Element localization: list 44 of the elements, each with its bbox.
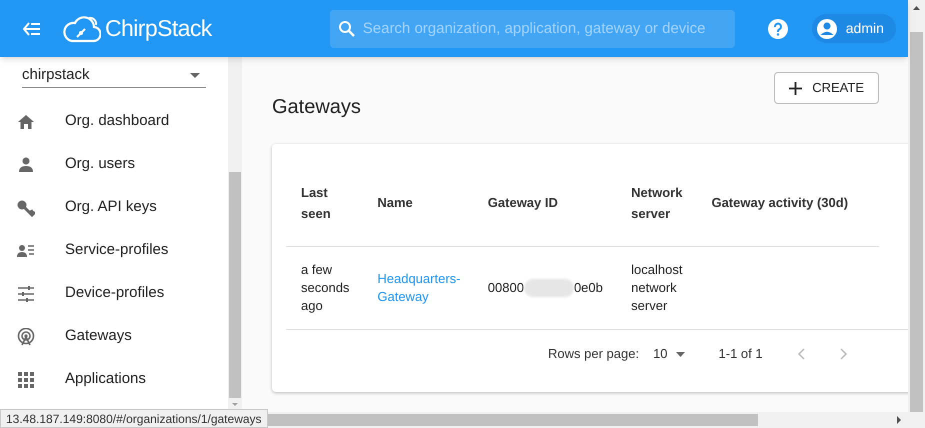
sliders-icon [17,284,35,302]
search-icon [338,20,356,38]
account-icon [816,18,838,40]
column-header: Network server [616,160,696,246]
table-cell: a few seconds ago [286,246,362,329]
caret-icon [190,72,200,78]
table-cell: 00800 [488,278,524,297]
rows-per-page-label: Rows per page: [548,345,640,364]
nav-item[interactable]: Service-profiles [0,229,228,272]
nav-item[interactable]: Gateways [0,315,228,358]
nav-item[interactable]: Applications [0,358,228,401]
create-button[interactable]: CREATE [774,72,879,104]
grid-icon [17,370,35,388]
user-menu-button[interactable]: admin [812,14,896,43]
person-icon [17,156,35,174]
nav-item[interactable]: Org. API keys [0,186,228,229]
nav-item[interactable]: Org. dashboard [0,100,228,143]
nav-item[interactable]: Device-profiles [0,272,228,315]
logo-text: ChirpStack [105,14,212,44]
caret-icon [676,352,685,356]
help-icon[interactable] [768,18,788,38]
column-header: Name [362,160,473,246]
organization-select[interactable]: chirpstack [22,63,206,88]
cloud-logo-icon [63,14,101,44]
table-cell: localhost network server [616,246,696,329]
page-scrollbar[interactable] [908,0,925,412]
nav-item[interactable]: Org. users [0,143,228,186]
home-icon [17,112,35,130]
next-page-icon[interactable] [840,348,848,360]
column-header: Gateway ID [472,160,616,246]
column-header: Gateway activity (30d) [696,160,879,246]
key-icon [17,198,35,216]
rows-per-page-select[interactable]: 10 [653,344,685,364]
antenna-icon [17,328,35,346]
menu-collapse-icon[interactable] [23,22,41,36]
table-cell: 0e0b [574,278,603,297]
page-title: Gateways [272,95,361,120]
sidebar-scrollbar[interactable] [228,57,242,412]
status-url-tooltip: 13.48.187.149:8080/#/organizations/1/gateways [0,409,268,428]
column-header: Last seen [286,160,362,246]
redaction-blur [524,278,574,297]
page-range: 1-1 of 1 [718,345,763,364]
plus-icon [789,82,802,94]
previous-page-icon[interactable] [796,348,805,360]
